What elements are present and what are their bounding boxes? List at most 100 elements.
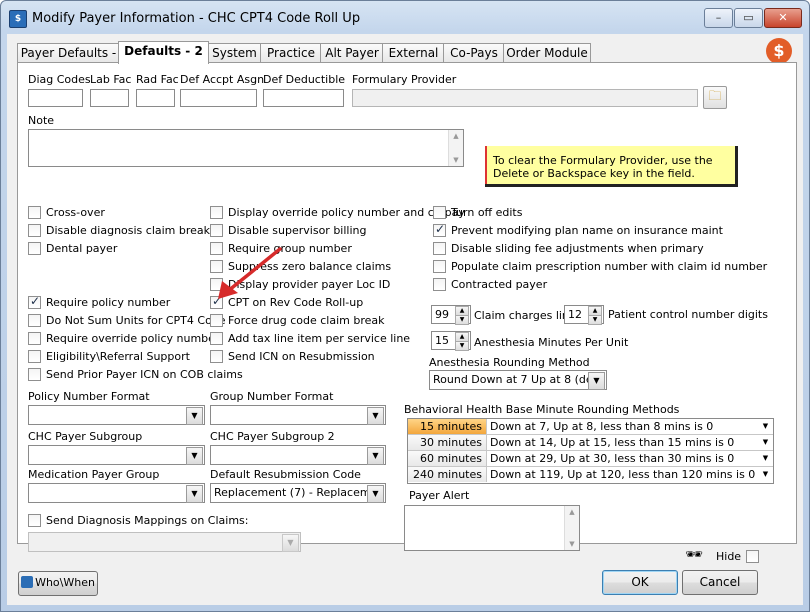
chevron-down-icon[interactable]: ▼ (282, 534, 299, 552)
chevron-down-icon[interactable]: ▼ (367, 407, 384, 425)
patient-control-digits-spinner[interactable]: 12 ▲ ▼ (564, 305, 604, 325)
scroll-up-icon[interactable]: ▲ (565, 506, 579, 518)
turn-off-edits-checkbox[interactable] (433, 206, 446, 219)
chevron-down-icon[interactable]: ▼ (186, 407, 203, 425)
tab-defaults-2[interactable]: Defaults - 2 (118, 41, 209, 64)
minimize-button[interactable]: – (704, 8, 733, 28)
bh-method-cell[interactable]: Down at 119, Up at 120, less than 120 mi… (490, 467, 755, 482)
disable-supervisor-billing-checkbox[interactable] (210, 224, 223, 237)
bh-rounding-grid: 15 minutes Down at 7, Up at 8, less than… (407, 418, 774, 484)
tab-practice[interactable]: Practice (260, 43, 322, 63)
contracted-payer-checkbox[interactable] (433, 278, 446, 291)
payer-alert-textarea[interactable]: ▲ ▼ (404, 505, 580, 551)
force-drug-code-claim-break-label: Force drug code claim break (228, 314, 385, 327)
scroll-down-icon[interactable]: ▼ (449, 154, 463, 166)
default-resubmission-code-label: Default Resubmission Code (210, 468, 361, 481)
send-icn-on-resubmission-checkbox[interactable] (210, 350, 223, 363)
populate-claim-prescription-checkbox[interactable] (433, 260, 446, 273)
send-diagnosis-mappings-checkbox[interactable] (28, 514, 41, 527)
chevron-down-icon[interactable]: ▼ (186, 485, 203, 503)
rad-fac-input[interactable] (136, 89, 175, 107)
chevron-down-icon[interactable]: ▼ (760, 468, 771, 480)
table-row[interactable]: 15 minutes Down at 7, Up at 8, less than… (408, 419, 773, 435)
window-title: Modify Payer Information - CHC CPT4 Code… (32, 11, 361, 26)
policy-number-format-select[interactable]: ▼ (28, 405, 205, 425)
bh-rounding-label: Behavioral Health Base Minute Rounding M… (404, 403, 680, 416)
tab-co-pays[interactable]: Co-Pays (443, 43, 505, 63)
def-deductible-input[interactable] (263, 89, 344, 107)
medication-payer-group-select[interactable]: ▼ (28, 483, 205, 503)
red-arrow-icon (218, 247, 282, 299)
payer-alert-scrollbar[interactable]: ▲ ▼ (564, 506, 579, 550)
table-row[interactable]: 30 minutes Down at 14, Up at 15, less th… (408, 435, 773, 451)
bh-method-cell[interactable]: Down at 14, Up at 15, less than 15 mins … (490, 435, 755, 450)
def-accpt-asgn-label: Def Accpt Asgn (180, 73, 265, 86)
send-prior-payer-icn-checkbox[interactable] (28, 368, 41, 381)
add-tax-line-item-checkbox[interactable] (210, 332, 223, 345)
anesthesia-minutes-label: Anesthesia Minutes Per Unit (474, 336, 629, 349)
scroll-down-icon[interactable]: ▼ (565, 538, 579, 550)
folder-open-icon[interactable]: 🗀 (703, 86, 727, 109)
spy-glasses-icon: 🕶 (685, 547, 703, 563)
def-deductible-label: Def Deductible (263, 73, 346, 86)
hide-checkbox[interactable] (746, 550, 759, 563)
tab-external[interactable]: External (382, 43, 445, 63)
cross-over-checkbox[interactable] (28, 206, 41, 219)
chevron-down-icon[interactable]: ▼ (760, 436, 771, 448)
bh-minutes-cell: 30 minutes (408, 435, 487, 450)
chevron-down-icon[interactable]: ▼ (186, 447, 203, 465)
dental-payer-checkbox[interactable] (28, 242, 41, 255)
spin-down-icon[interactable]: ▼ (455, 341, 469, 351)
table-row[interactable]: 240 minutes Down at 119, Up at 120, less… (408, 467, 773, 482)
send-diagnosis-mappings-select[interactable]: ▼ (28, 532, 301, 552)
chc-payer-subgroup-select[interactable]: ▼ (28, 445, 205, 465)
prevent-modifying-plan-name-checkbox[interactable] (433, 222, 446, 237)
close-button[interactable]: ✕ (764, 8, 802, 28)
tab-payer-defaults-1[interactable]: Payer Defaults - 1 (17, 43, 120, 79)
title-bar: $ Modify Payer Information - CHC CPT4 Co… (1, 1, 809, 37)
spin-down-icon[interactable]: ▼ (455, 315, 469, 325)
tab-alt-payer[interactable]: Alt Payer (320, 43, 384, 63)
cancel-button[interactable]: Cancel (682, 570, 758, 595)
claim-charges-limit-spinner[interactable]: 99 ▲ ▼ (431, 305, 471, 325)
bh-method-cell[interactable]: Down at 7, Up at 8, less than 8 mins is … (490, 419, 755, 434)
default-resubmission-code-select[interactable]: Replacement (7) - Replacemer ▼ (210, 483, 386, 503)
maximize-button[interactable]: ▭ (734, 8, 763, 28)
scroll-up-icon[interactable]: ▲ (449, 130, 463, 142)
display-override-policy-label: Display override policy number and co-pa… (228, 206, 465, 219)
dialog-client: Payer Defaults - 1 Defaults - 2 System P… (7, 34, 803, 605)
eligibility-referral-checkbox[interactable] (28, 350, 41, 363)
diag-codes-input[interactable] (28, 89, 83, 107)
tab-system[interactable]: System (207, 43, 262, 63)
anesthesia-rounding-value: Round Down at 7 Up at 8 (defa (433, 373, 588, 386)
def-accpt-asgn-input[interactable] (180, 89, 257, 107)
display-override-policy-checkbox[interactable] (210, 206, 223, 219)
anesthesia-rounding-select[interactable]: Round Down at 7 Up at 8 (defa ▼ (429, 370, 607, 390)
formulary-provider-input[interactable] (352, 89, 698, 107)
group-number-format-select[interactable]: ▼ (210, 405, 386, 425)
chevron-down-icon[interactable]: ▼ (760, 420, 771, 432)
formulary-tip: To clear the Formulary Provider, use the… (485, 146, 738, 187)
chevron-down-icon[interactable]: ▼ (367, 485, 384, 503)
bh-method-cell[interactable]: Down at 29, Up at 30, less than 30 mins … (490, 451, 755, 466)
lab-fac-input[interactable] (90, 89, 129, 107)
require-policy-number-checkbox[interactable] (28, 294, 41, 309)
send-icn-on-resubmission-label: Send ICN on Resubmission (228, 350, 375, 363)
anesthesia-minutes-spinner[interactable]: 15 ▲ ▼ (431, 331, 471, 351)
spin-down-icon[interactable]: ▼ (588, 315, 602, 325)
chevron-down-icon[interactable]: ▼ (760, 452, 771, 464)
do-not-sum-units-checkbox[interactable] (28, 314, 41, 327)
require-override-policy-checkbox[interactable] (28, 332, 41, 345)
note-scrollbar[interactable]: ▲ ▼ (448, 130, 463, 166)
tab-order-module[interactable]: Order Module (503, 43, 591, 63)
ok-button[interactable]: OK (602, 570, 678, 595)
chc-payer-subgroup-2-select[interactable]: ▼ (210, 445, 386, 465)
who-when-button[interactable]: Who\When (18, 571, 98, 596)
force-drug-code-claim-break-checkbox[interactable] (210, 314, 223, 327)
note-textarea[interactable]: ▲ ▼ (28, 129, 464, 167)
disable-diagnosis-claim-break-checkbox[interactable] (28, 224, 41, 237)
table-row[interactable]: 60 minutes Down at 29, Up at 30, less th… (408, 451, 773, 467)
chevron-down-icon[interactable]: ▼ (588, 372, 605, 390)
chevron-down-icon[interactable]: ▼ (367, 447, 384, 465)
disable-sliding-fee-checkbox[interactable] (433, 242, 446, 255)
